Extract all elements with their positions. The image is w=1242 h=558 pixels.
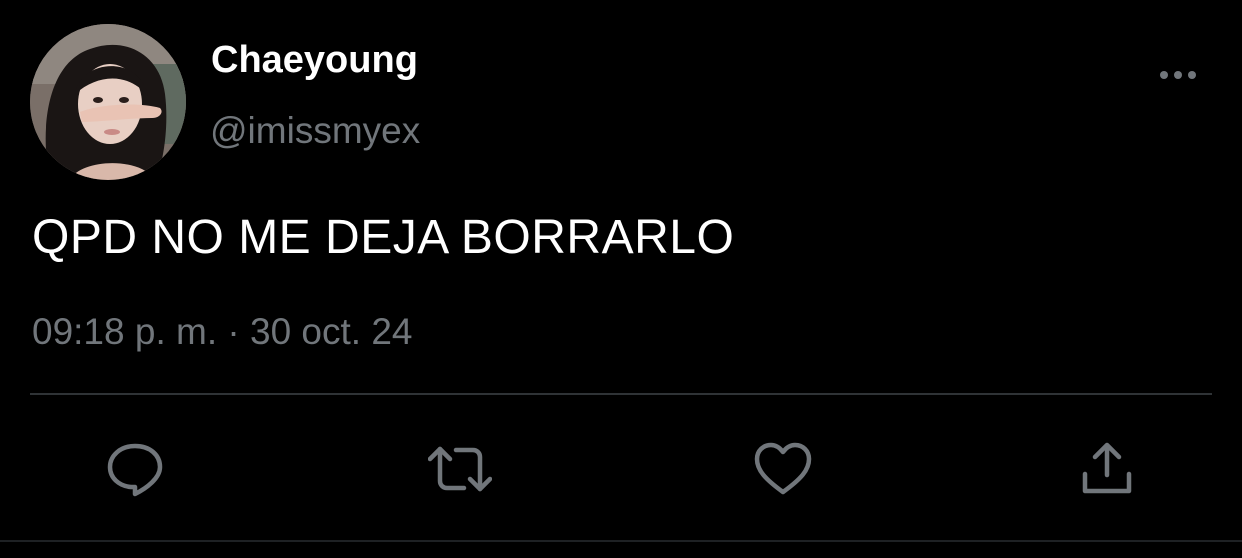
tweet-date: 30 oct. 24: [250, 311, 413, 352]
author-handle[interactable]: @imissmyex: [210, 110, 420, 152]
retweet-button[interactable]: [428, 437, 492, 501]
divider: [30, 393, 1212, 395]
avatar[interactable]: [30, 24, 186, 180]
share-icon: [1082, 442, 1132, 494]
more-options-button[interactable]: [1156, 62, 1200, 88]
like-button[interactable]: [751, 437, 815, 501]
meta-separator: ·: [217, 311, 250, 352]
tweet-time: 09:18 p. m.: [32, 311, 218, 352]
share-button[interactable]: [1075, 437, 1139, 501]
reply-button[interactable]: [103, 437, 167, 501]
bottom-divider: [0, 540, 1242, 542]
more-icon: [1160, 71, 1196, 79]
retweet-icon: [428, 446, 492, 492]
tweet-timestamp[interactable]: 09:18 p. m. · 30 oct. 24: [32, 311, 413, 353]
tweet-text: QPD NO ME DEJA BORRARLO: [32, 211, 735, 264]
reply-icon: [107, 443, 163, 497]
like-icon: [754, 442, 812, 495]
author-display-name[interactable]: Chaeyoung: [211, 39, 418, 82]
avatar-photo: [30, 24, 186, 180]
